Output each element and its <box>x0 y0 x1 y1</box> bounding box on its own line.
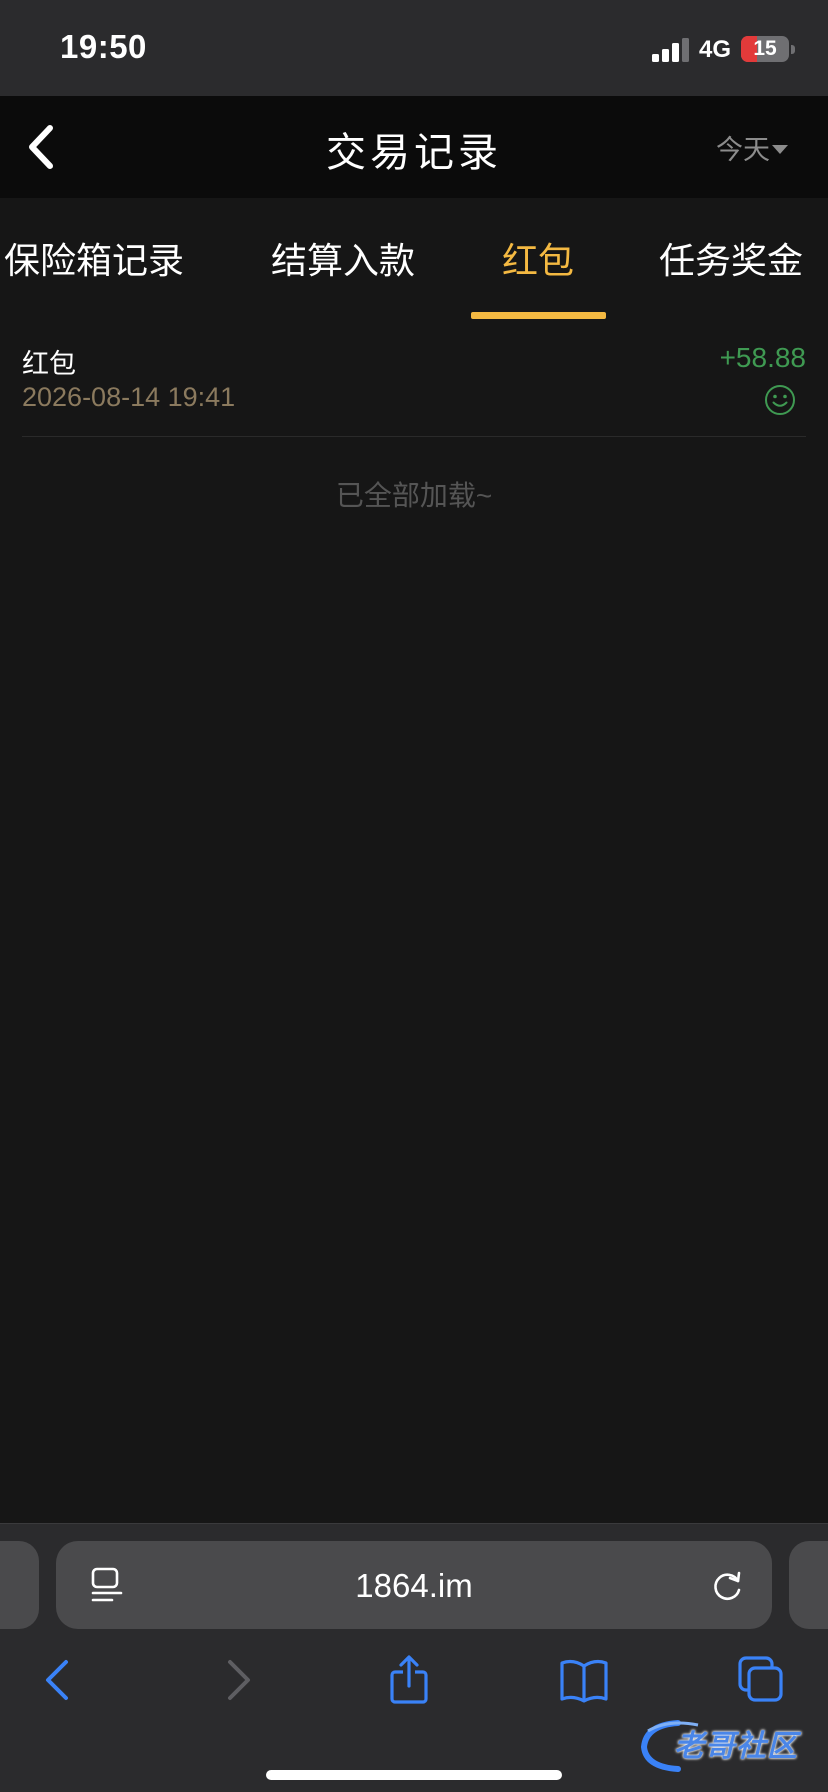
caret-down-icon <box>772 144 788 154</box>
tabs-icon[interactable] <box>736 1654 786 1706</box>
address-bar[interactable]: 1864.im <box>56 1541 772 1629</box>
status-time: 19:50 <box>60 28 147 65</box>
battery-nub <box>791 45 795 54</box>
record-time: 2026-08-14 19:41 <box>22 382 236 412</box>
battery-icon: 15 <box>741 36 789 62</box>
home-indicator[interactable] <box>266 1770 562 1780</box>
tab-task-bonus[interactable]: 任务奖金 <box>659 232 803 284</box>
browser-bar: 1864.im 老哥社区 <box>0 1523 828 1792</box>
signal-icon <box>652 38 689 62</box>
date-filter-dropdown[interactable]: 今天 <box>716 130 788 165</box>
list-item[interactable]: 红包 2026-08-14 19:41 +58.88 <box>22 322 806 437</box>
reload-icon[interactable] <box>711 1568 745 1604</box>
browser-back-icon[interactable] <box>34 1654 84 1706</box>
smile-icon <box>765 385 795 415</box>
record-amount: +58.88 <box>719 342 806 373</box>
list-footer-status: 已全部加载~ <box>335 480 493 511</box>
nav-header: 交易记录 今天 <box>0 96 828 198</box>
tab-bar: 保险箱记录 结算入款 红包 任务奖金 <box>0 198 828 322</box>
date-filter-label: 今天 <box>716 134 770 165</box>
url-text: 1864.im <box>355 1567 473 1604</box>
status-bar: 19:50 4G 15 <box>0 0 828 96</box>
next-tab-preview[interactable] <box>789 1541 828 1629</box>
watermark-logo: 老哥社区 <box>638 1715 816 1773</box>
browser-forward-icon[interactable] <box>212 1654 262 1706</box>
tab-settlement-deposit[interactable]: 结算入款 <box>271 232 415 284</box>
share-icon[interactable] <box>384 1654 434 1706</box>
active-tab-indicator <box>471 312 606 319</box>
page-title: 交易记录 <box>326 131 502 175</box>
watermark-text: 老哥社区 <box>674 1730 798 1763</box>
battery-level: 15 <box>753 37 777 60</box>
tab-red-packet[interactable]: 红包 <box>502 232 574 284</box>
network-type: 4G <box>699 36 732 63</box>
bookmarks-icon[interactable] <box>559 1654 609 1706</box>
tab-safebox-records[interactable]: 保险箱记录 <box>4 232 184 284</box>
record-title: 红包 <box>22 349 76 379</box>
previous-tab-preview[interactable] <box>0 1541 39 1629</box>
